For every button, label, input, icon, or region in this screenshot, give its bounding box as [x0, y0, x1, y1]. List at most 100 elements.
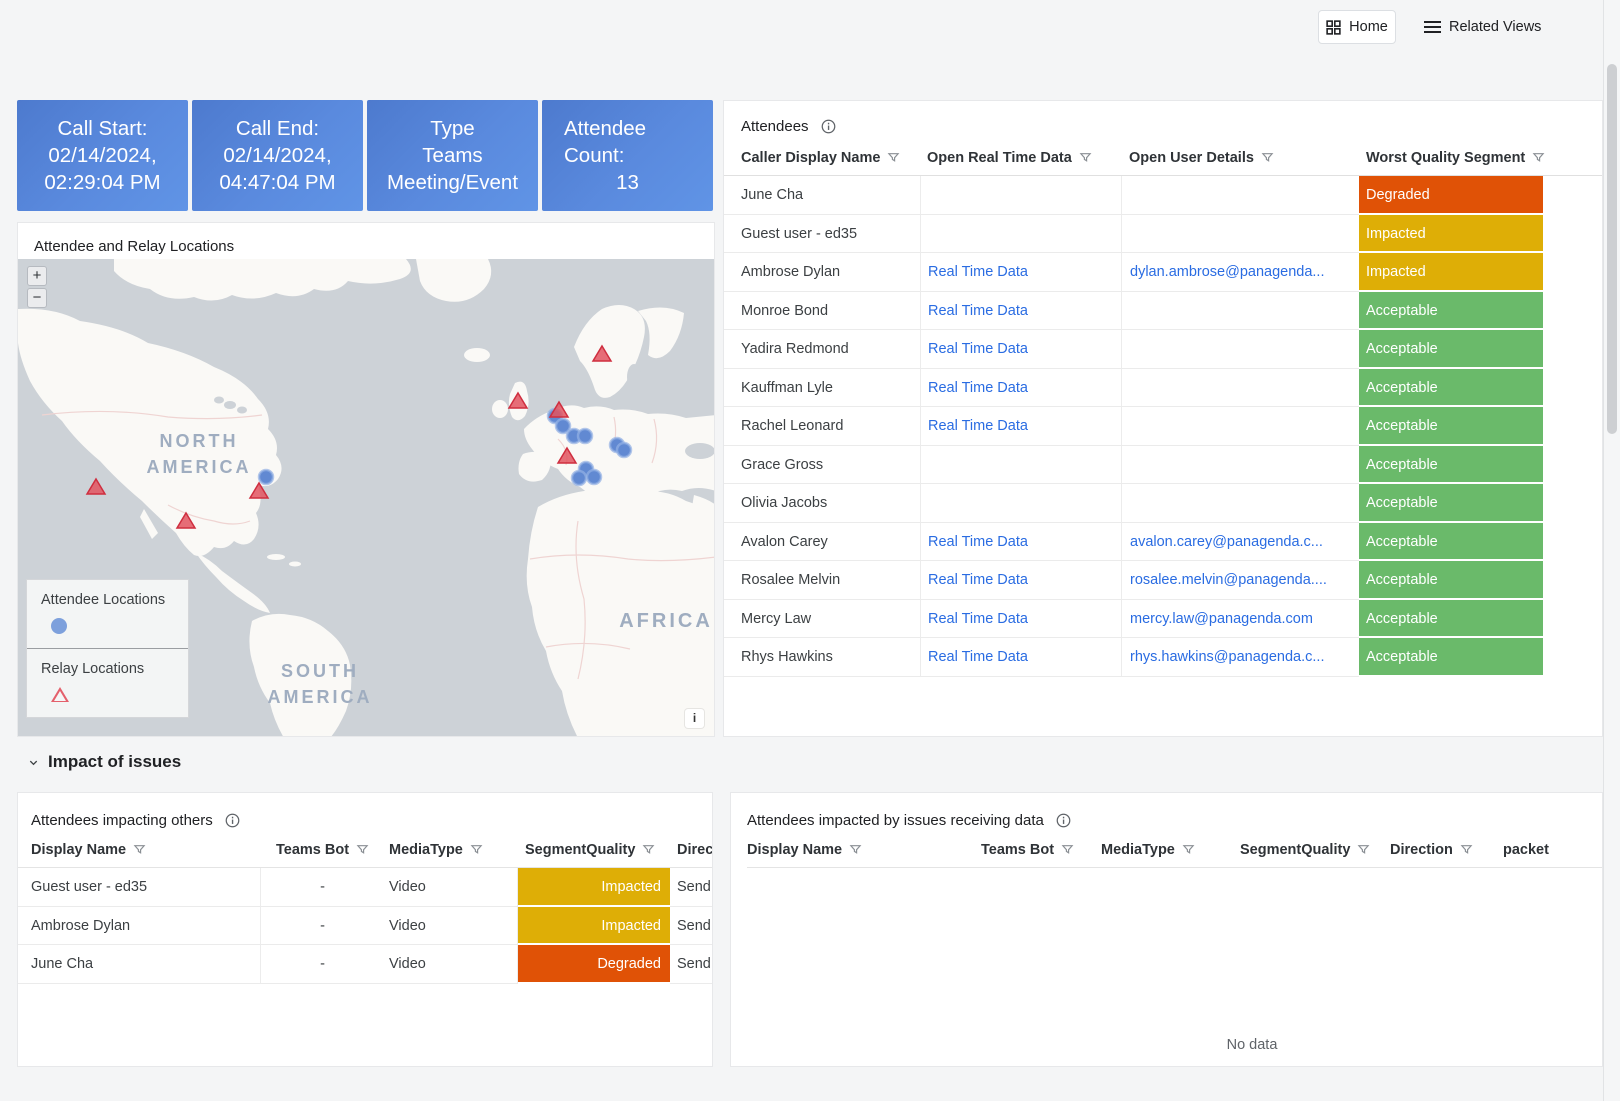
- filter-icon[interactable]: [1460, 835, 1473, 869]
- type-card: Type Teams Meeting/Event: [367, 100, 538, 211]
- attendee-name: Rosalee Melvin: [724, 561, 920, 600]
- filter-icon[interactable]: [356, 835, 369, 869]
- table-row: Grace GrossAcceptable: [724, 446, 1602, 485]
- attendees-panel: Attendees Caller Display Name Open Real …: [723, 100, 1603, 737]
- filter-icon[interactable]: [1061, 835, 1074, 869]
- teams-bot: -: [261, 868, 384, 907]
- attendee-location-marker[interactable]: [578, 429, 592, 443]
- label-africa: AFRICA: [619, 610, 713, 632]
- quality-badge: Acceptable: [1359, 446, 1543, 485]
- legend-relay-section: Relay Locations: [27, 648, 188, 717]
- col-open-user-details: Open User Details: [1129, 150, 1254, 166]
- real-time-data-link[interactable]: [920, 176, 1121, 215]
- filter-icon[interactable]: [642, 835, 655, 869]
- filter-icon[interactable]: [1357, 835, 1370, 869]
- display-name: June Cha: [18, 945, 261, 984]
- user-details-link[interactable]: avalon.carey@panagenda.c...: [1121, 523, 1359, 562]
- label-north: NORTH: [160, 431, 239, 451]
- call-end-time: 04:47:04 PM: [192, 169, 363, 196]
- real-time-data-link[interactable]: Real Time Data: [920, 600, 1121, 639]
- media-type: Video: [384, 907, 518, 946]
- real-time-data-link[interactable]: Real Time Data: [920, 638, 1121, 677]
- call-end-date: 02/14/2024,: [192, 142, 363, 169]
- direction: Send: [670, 907, 713, 946]
- map-panel-title: Attendee and Relay Locations: [18, 223, 714, 259]
- attendee-location-marker[interactable]: [587, 470, 601, 484]
- real-time-data-link[interactable]: Real Time Data: [920, 330, 1121, 369]
- user-details-link[interactable]: [1121, 292, 1359, 331]
- info-icon[interactable]: [1056, 813, 1071, 828]
- user-details-link[interactable]: dylan.ambrose@panagenda...: [1121, 253, 1359, 292]
- filter-icon[interactable]: [1261, 143, 1274, 177]
- info-icon[interactable]: [821, 119, 836, 134]
- impacted-title: Attendees impacted by issues receiving d…: [747, 812, 1044, 829]
- quality-badge: Acceptable: [1359, 330, 1543, 369]
- filter-icon[interactable]: [1079, 143, 1092, 177]
- real-time-data-link[interactable]: Real Time Data: [920, 369, 1121, 408]
- real-time-data-link[interactable]: [920, 446, 1121, 485]
- related-views-button[interactable]: Related Views: [1424, 12, 1541, 42]
- impacting-panel: Attendees impacting others Display Name …: [17, 792, 713, 1067]
- attendee-location-marker[interactable]: [259, 470, 273, 484]
- real-time-data-link[interactable]: Real Time Data: [920, 561, 1121, 600]
- filter-icon[interactable]: [887, 143, 900, 177]
- attendee-count-label-2: Count:: [542, 142, 713, 169]
- attendee-location-marker[interactable]: [617, 443, 631, 457]
- media-type: Video: [384, 868, 518, 907]
- col-teams-bot: Teams Bot: [276, 842, 349, 858]
- col-open-real-time-data: Open Real Time Data: [927, 150, 1072, 166]
- type-value-2: Meeting/Event: [367, 169, 538, 196]
- scrollbar-thumb[interactable]: [1607, 64, 1617, 434]
- legend-attendee-label: Attendee Locations: [41, 592, 188, 608]
- table-row: Rachel LeonardReal Time DataAcceptable: [724, 407, 1602, 446]
- map-attribution-button[interactable]: i: [685, 709, 704, 728]
- col-media-type: MediaType: [389, 842, 463, 858]
- zoom-out-button[interactable]: −: [27, 288, 47, 308]
- info-icon[interactable]: [225, 813, 240, 828]
- table-row: Ambrose Dylan - Video Impacted Send: [18, 907, 712, 946]
- table-row: Guest user - ed35 - Video Impacted Send: [18, 868, 712, 907]
- hamburger-icon: [1424, 20, 1441, 34]
- filter-icon[interactable]: [133, 835, 146, 869]
- quality-badge: Impacted: [518, 907, 670, 946]
- filter-icon[interactable]: [849, 835, 862, 869]
- filter-icon[interactable]: [1532, 143, 1545, 177]
- col-caller-display-name: Caller Display Name: [741, 150, 880, 166]
- filter-icon[interactable]: [470, 835, 483, 869]
- no-data-text: No data: [747, 1037, 1603, 1053]
- real-time-data-link[interactable]: Real Time Data: [920, 253, 1121, 292]
- zoom-in-button[interactable]: +: [27, 266, 47, 286]
- impacting-title: Attendees impacting others: [31, 812, 213, 829]
- user-details-link[interactable]: mercy.law@panagenda.com: [1121, 600, 1359, 639]
- real-time-data-link[interactable]: Real Time Data: [920, 523, 1121, 562]
- user-details-link[interactable]: [1121, 369, 1359, 408]
- world-map[interactable]: NORTH AMERICA SOUTH AMERICA AFRICA + − A…: [18, 259, 715, 737]
- home-button[interactable]: Home: [1318, 10, 1396, 44]
- real-time-data-link[interactable]: [920, 484, 1121, 523]
- user-details-link[interactable]: rhys.hawkins@panagenda.c...: [1121, 638, 1359, 677]
- user-details-link[interactable]: [1121, 215, 1359, 254]
- user-details-link[interactable]: [1121, 330, 1359, 369]
- attendee-location-marker[interactable]: [572, 471, 586, 485]
- col-segment-quality: SegmentQuality: [525, 842, 635, 858]
- user-details-link[interactable]: [1121, 407, 1359, 446]
- attendee-name: Olivia Jacobs: [724, 484, 920, 523]
- real-time-data-link[interactable]: Real Time Data: [920, 292, 1121, 331]
- attendee-count-label-1: Attendee: [542, 115, 713, 142]
- quality-badge: Acceptable: [1359, 369, 1543, 408]
- user-details-link[interactable]: [1121, 176, 1359, 215]
- real-time-data-link[interactable]: Real Time Data: [920, 407, 1121, 446]
- impact-of-issues-title: Impact of issues: [48, 752, 181, 772]
- type-label: Type: [367, 115, 538, 142]
- user-details-link[interactable]: rosalee.melvin@panagenda....: [1121, 561, 1359, 600]
- page-scrollbar[interactable]: [1603, 0, 1620, 1101]
- quality-badge: Impacted: [1359, 253, 1543, 292]
- attendee-count-value: 13: [542, 169, 713, 196]
- impact-of-issues-section[interactable]: Impact of issues: [28, 752, 181, 772]
- user-details-link[interactable]: [1121, 484, 1359, 523]
- chevron-down-icon: [28, 757, 39, 768]
- real-time-data-link[interactable]: [920, 215, 1121, 254]
- legend-attendee-section: Attendee Locations: [27, 580, 188, 648]
- filter-icon[interactable]: [1182, 835, 1195, 869]
- user-details-link[interactable]: [1121, 446, 1359, 485]
